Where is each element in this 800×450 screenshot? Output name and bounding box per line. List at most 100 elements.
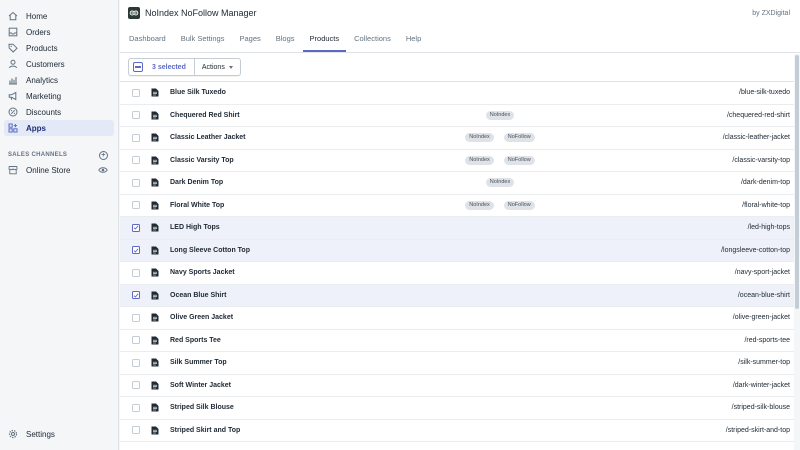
- document-icon: [151, 381, 159, 390]
- tab-products[interactable]: Products: [302, 26, 347, 52]
- app-header: NoIndex NoFollow Manager by ZXDigital: [120, 0, 800, 26]
- product-handle: /dark-winter-jacket: [732, 381, 790, 389]
- product-handle: /led-high-tops: [747, 224, 790, 232]
- settings-label: Settings: [26, 429, 55, 439]
- tab-bulk-settings[interactable]: Bulk Settings: [174, 26, 232, 52]
- document-icon: [151, 358, 159, 367]
- product-title[interactable]: Silk Summer Top: [170, 359, 227, 366]
- tab-bar: Dashboard Bulk Settings Pages Blogs Prod…: [120, 26, 800, 53]
- table-row[interactable]: Striped Silk Blouse/striped-silk-blouse: [120, 397, 800, 420]
- sidebar-item-customers[interactable]: Customers: [4, 56, 114, 72]
- product-title[interactable]: Striped Silk Blouse: [170, 404, 234, 411]
- orders-icon: [8, 27, 18, 37]
- eye-icon[interactable]: [98, 165, 108, 175]
- product-title[interactable]: Soft Winter Jacket: [170, 382, 231, 389]
- actions-dropdown[interactable]: Actions: [195, 59, 240, 75]
- megaphone-icon: [8, 91, 18, 101]
- sidebar-item-online-store[interactable]: Online Store: [0, 162, 118, 178]
- tab-blogs[interactable]: Blogs: [269, 26, 302, 52]
- sidebar-item-marketing[interactable]: Marketing: [4, 88, 114, 104]
- table-row[interactable]: Chequered Red Shirt NoIndex/chequered-red…: [120, 105, 800, 127]
- tab-dashboard[interactable]: Dashboard: [128, 26, 173, 52]
- gear-icon: [8, 429, 18, 439]
- sidebar-item-products[interactable]: Products: [4, 40, 114, 56]
- product-handle: /silk-summer-top: [738, 359, 790, 367]
- table-row[interactable]: LED High Tops/led-high-tops: [120, 217, 800, 240]
- product-handle: /olive-green-jacket: [732, 314, 790, 322]
- tab-collections[interactable]: Collections: [347, 26, 398, 52]
- tab-pages[interactable]: Pages: [232, 26, 267, 52]
- sidebar-item-apps[interactable]: Apps: [4, 120, 114, 136]
- sales-channels-header: SALES CHANNELS +: [0, 148, 118, 162]
- product-handle: /navy-sport-jacket: [734, 269, 790, 277]
- add-channel-icon[interactable]: +: [99, 150, 108, 160]
- row-checkbox[interactable]: [132, 336, 140, 345]
- row-checkbox[interactable]: [132, 313, 140, 322]
- document-icon: [151, 246, 159, 255]
- selected-count: 3 selected: [152, 63, 186, 71]
- sidebar-item-orders[interactable]: Orders: [4, 24, 114, 40]
- table-row[interactable]: Blue Silk Tuxedo/blue-silk-tuxedo: [120, 82, 800, 105]
- table-row[interactable]: Classic Varsity Top NoIndex NoFollow/class…: [120, 150, 800, 172]
- row-checkbox[interactable]: [132, 403, 140, 412]
- table-row[interactable]: Silk Summer Top/silk-summer-top: [120, 352, 800, 375]
- person-icon: [8, 59, 18, 69]
- product-handle: /longsleeve-cotton-top: [721, 246, 790, 254]
- row-checkbox[interactable]: [132, 88, 140, 97]
- product-title[interactable]: Navy Sports Jacket: [170, 269, 235, 276]
- app-developer: by ZXDigital: [752, 9, 790, 17]
- sidebar-item-analytics[interactable]: Analytics: [4, 72, 114, 88]
- bulk-select-toggle[interactable]: 3 selected: [129, 59, 195, 75]
- table-row[interactable]: Olive Green Jacket/olive-green-jacket: [120, 307, 800, 330]
- app-logo-icon: [128, 7, 140, 19]
- table-row[interactable]: Striped Skirt and Top/striped-skirt-and-…: [120, 420, 800, 442]
- table-row[interactable]: Floral White Top NoIndex NoFollow/floral-w…: [120, 195, 800, 217]
- document-icon: [151, 403, 159, 412]
- product-title[interactable]: Ocean Blue Shirt: [170, 292, 226, 299]
- badge-group: NoIndex NoFollow: [120, 133, 800, 143]
- row-checkbox-checked[interactable]: [132, 291, 140, 300]
- product-handle: /dark-denim-top: [740, 179, 790, 187]
- discount-icon: [8, 107, 18, 117]
- product-title[interactable]: Blue Silk Tuxedo: [170, 89, 226, 96]
- product-handle: /ocean-blue-shirt: [737, 291, 790, 299]
- store-icon: [8, 165, 18, 175]
- row-checkbox[interactable]: [132, 381, 140, 390]
- row-checkbox[interactable]: [132, 358, 140, 367]
- document-icon: [151, 88, 159, 97]
- sidebar-item-settings[interactable]: Settings: [0, 426, 55, 442]
- product-title[interactable]: Red Sports Tee: [170, 337, 221, 344]
- tab-help[interactable]: Help: [399, 26, 428, 52]
- document-icon: [151, 336, 159, 345]
- table-row[interactable]: Ocean Blue Shirt/ocean-blue-shirt: [120, 284, 800, 307]
- table-row[interactable]: Soft Winter Jacket/dark-winter-jacket: [120, 375, 800, 397]
- status-badge: NoIndex: [485, 110, 515, 120]
- table-row[interactable]: Dark Denim Top NoIndex/dark-denim-top: [120, 172, 800, 195]
- sidebar-item-home[interactable]: Home: [4, 8, 114, 24]
- row-checkbox-checked[interactable]: [132, 246, 140, 255]
- row-checkbox-checked[interactable]: [132, 223, 140, 232]
- product-handle: /striped-skirt-and-top: [725, 426, 790, 434]
- scrollbar-thumb[interactable]: [795, 55, 799, 309]
- table-row[interactable]: Navy Sports Jacket/navy-sport-jacket: [120, 262, 800, 285]
- bar-chart-icon: [8, 75, 18, 85]
- product-title[interactable]: Long Sleeve Cotton Top: [170, 247, 250, 254]
- sidebar-item-label: Products: [26, 43, 58, 53]
- product-title[interactable]: Striped Skirt and Top: [170, 427, 240, 434]
- table-row[interactable]: Red Sports Tee/red-sports-tee: [120, 330, 800, 352]
- indeterminate-checkbox[interactable]: [133, 62, 143, 72]
- row-checkbox[interactable]: [132, 426, 140, 435]
- table-row[interactable]: Classic Leather Jacket NoIndex NoFollow/cl…: [120, 127, 800, 150]
- actions-label: Actions: [201, 63, 225, 71]
- sidebar-item-label: Analytics: [26, 75, 59, 85]
- status-badge: NoIndex: [465, 133, 494, 143]
- sidebar-item-discounts[interactable]: Discounts: [4, 104, 114, 120]
- product-title[interactable]: Olive Green Jacket: [170, 314, 233, 321]
- sidebar-item-label: Customers: [26, 59, 65, 69]
- status-badge: NoFollow: [503, 133, 535, 143]
- product-title[interactable]: LED High Tops: [170, 224, 220, 231]
- table-row[interactable]: Long Sleeve Cotton Top/longsleeve-cotton…: [120, 239, 800, 262]
- document-icon: [151, 313, 159, 322]
- row-checkbox[interactable]: [132, 268, 140, 277]
- tag-icon: [8, 43, 18, 53]
